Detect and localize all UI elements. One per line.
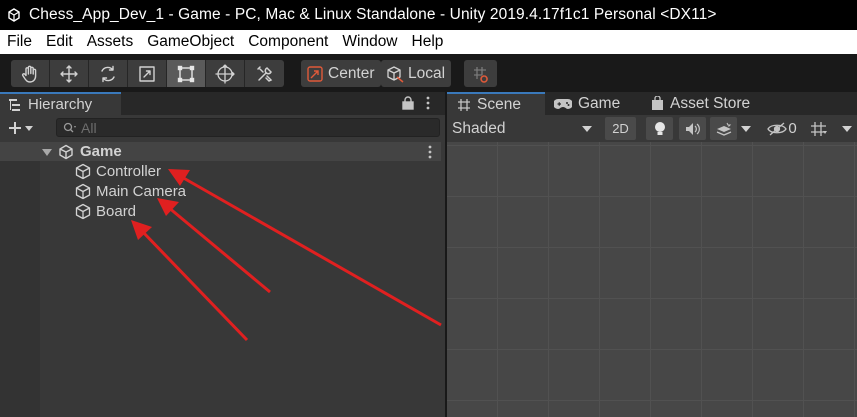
hierarchy-gutter [0,161,40,417]
hierarchy-panel: Hierarchy All Game Controller Main Camer… [0,92,445,417]
gamepad-icon [554,98,572,109]
pivot-rotation-toggle[interactable]: Local [381,60,452,87]
draw-mode-label: Shaded [452,119,506,137]
pivot-rotation-label: Local [408,64,446,82]
scale-icon [139,65,155,82]
hierarchy-tabbar: Hierarchy [0,92,445,115]
window-title: Chess_App_Dev_1 - Game - PC, Mac & Linux… [29,6,717,23]
effects-dropdown-button[interactable] [739,117,753,140]
pivot-mode-toggle[interactable]: Center [301,60,381,87]
scene-viewport-grid[interactable] [447,142,857,417]
transform-tool-button[interactable] [206,60,245,87]
shopping-bag-icon [652,96,663,110]
hierarchy-toolbar: All [0,115,445,139]
hidden-count: 0 [788,120,797,137]
rect-transform-icon [177,65,195,82]
foldout-arrow-icon[interactable] [42,147,52,157]
hand-tool-button[interactable] [11,60,50,87]
toggle-2d-button[interactable]: 2D [605,117,636,140]
menu-assets[interactable]: Assets [80,30,141,54]
window-titlebar: Chess_App_Dev_1 - Game - PC, Mac & Linux… [0,0,857,30]
scene-panel: Scene Game Asset Store Shaded 2D 0 [447,92,857,417]
tab-game[interactable]: Game [554,92,620,115]
grid-toggle-icon [811,121,827,136]
gizmos-grid-button[interactable] [806,117,832,140]
tab-game-label: Game [578,94,621,112]
search-placeholder: All [81,119,97,136]
create-dropdown-button[interactable] [7,119,41,136]
plus-icon [9,121,21,134]
hierarchy-tree: Game Controller Main Camera Board [0,140,445,417]
grid-snap-icon [473,66,488,83]
custom-editor-tool-icon [256,65,272,82]
chevron-down-icon [842,125,852,132]
lighting-toggle-button[interactable] [646,117,673,140]
pivot-center-icon [307,65,323,82]
menubar: File Edit Assets GameObject Component Wi… [0,30,857,54]
chevron-down-icon [582,126,592,132]
menu-help[interactable]: Help [405,30,451,54]
tab-hierarchy-label: Hierarchy [28,96,93,113]
menu-file[interactable]: File [0,30,39,54]
tab-scene[interactable]: Scene [447,92,545,115]
rotate-tool-button[interactable] [89,60,128,87]
scale-tool-button[interactable] [128,60,167,87]
toggle-2d-label: 2D [612,121,629,136]
rotate-icon [101,65,115,82]
speaker-icon [685,122,700,135]
move-icon [60,64,78,83]
grid-hash-icon [458,98,470,111]
hidden-objects-toggle[interactable]: 0 [763,117,801,140]
panel-menu-icon[interactable] [425,96,431,110]
scene-name: Game [80,143,122,160]
unity-logo-icon [6,7,22,23]
eye-hidden-icon [767,122,788,135]
transform-icon [215,63,235,84]
grid-snap-button[interactable] [464,60,497,87]
audio-toggle-button[interactable] [679,117,706,140]
draw-mode-dropdown[interactable]: Shaded [447,117,597,140]
search-icon [63,122,76,132]
tab-hierarchy[interactable]: Hierarchy [0,92,121,115]
hierarchy-search-input[interactable]: All [56,118,440,137]
hand-icon [22,65,37,83]
hierarchy-list-icon [9,98,20,111]
menu-gameobject[interactable]: GameObject [140,30,241,54]
main-toolbar: Center Local [0,54,857,92]
custom-tool-button[interactable] [245,60,284,87]
menu-window[interactable]: Window [335,30,404,54]
chevron-down-icon [25,125,33,131]
gameobject-cube-icon [75,163,91,179]
tab-asset-store[interactable]: Asset Store [651,92,750,115]
light-bulb-icon [654,121,665,135]
gameobject-name: Main Camera [96,182,187,200]
gameobject-cube-icon [75,203,91,219]
unity-scene-icon [59,144,73,159]
hierarchy-item-board[interactable]: Board [75,201,136,221]
menu-component[interactable]: Component [241,30,335,54]
transform-tools-group [11,60,284,87]
move-tool-button[interactable] [50,60,89,87]
gameobject-name: Controller [96,162,162,180]
pivot-mode-label: Center [328,64,375,82]
effects-toggle-button[interactable] [710,117,737,140]
local-rotation-icon [387,65,404,83]
scene-toolbar: Shaded 2D 0 [447,115,857,142]
scene-tabbar: Scene Game Asset Store [447,92,857,115]
hierarchy-item-main-camera[interactable]: Main Camera [75,181,186,201]
gameobject-name: Board [96,202,137,220]
gizmos-dropdown-button[interactable] [838,117,856,140]
chevron-down-icon [741,125,751,132]
lock-icon[interactable] [402,96,414,110]
effects-layers-icon [716,122,731,136]
hierarchy-item-controller[interactable]: Controller [75,161,161,181]
scene-row[interactable]: Game [0,142,441,161]
tab-scene-label: Scene [477,95,521,113]
tab-asset-store-label: Asset Store [670,94,751,112]
scene-menu-icon[interactable] [427,145,433,159]
rect-tool-button[interactable] [167,60,206,87]
menu-edit[interactable]: Edit [39,30,80,54]
gameobject-cube-icon [75,183,91,199]
